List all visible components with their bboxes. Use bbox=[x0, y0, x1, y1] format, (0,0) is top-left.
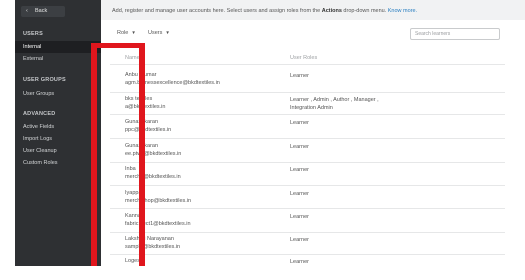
column-header-user-roles: User Roles bbox=[290, 55, 318, 61]
sidebar-section-user-groups: USER GROUPS bbox=[23, 77, 66, 83]
page-description: Add, register and manage user accounts h… bbox=[112, 8, 418, 14]
sidebar-item-import-logs[interactable]: Import Logs bbox=[15, 133, 101, 145]
users-filter-dropdown[interactable]: Users ▼ bbox=[148, 30, 170, 36]
user-roles: Learner bbox=[290, 259, 309, 265]
sidebar-section-advanced: ADVANCED bbox=[23, 111, 56, 117]
chevron-left-icon: ‹ bbox=[26, 8, 28, 14]
annotation-highlight-right bbox=[139, 43, 145, 266]
user-email: ee.ptwk@bkdtextiles.in bbox=[125, 151, 182, 157]
user-roles: Learner bbox=[290, 144, 309, 150]
user-email: ppc@bkdtextiles.in bbox=[125, 127, 172, 133]
know-more-link[interactable]: Know more. bbox=[388, 8, 417, 14]
role-filter-dropdown[interactable]: Role ▼ bbox=[117, 30, 136, 36]
user-email: sample@bkdtextiles.in bbox=[125, 244, 181, 250]
user-roles: Learner , Admin , Author , Manager , Int… bbox=[290, 97, 379, 111]
row-divider bbox=[110, 138, 505, 139]
user-email: fabric.sect1@bkdtextiles.in bbox=[125, 221, 191, 227]
row-divider bbox=[110, 162, 505, 163]
annotation-highlight-top bbox=[91, 43, 143, 48]
back-button[interactable]: ‹ Back bbox=[21, 6, 65, 17]
column-header-name[interactable]: Name bbox=[125, 55, 140, 61]
row-divider bbox=[110, 232, 505, 233]
page-description-bar: Add, register and manage user accounts h… bbox=[101, 0, 525, 20]
user-email: merch4@bkdtextiles.in bbox=[125, 174, 181, 180]
annotation-highlight-left bbox=[91, 43, 97, 266]
table-header-divider bbox=[110, 64, 505, 65]
user-email: merch.shop@bkdtextiles.in bbox=[125, 198, 192, 204]
back-button-label: Back bbox=[35, 8, 48, 14]
sidebar-item-user-cleanup[interactable]: User Cleanup bbox=[15, 145, 101, 157]
row-divider bbox=[110, 185, 505, 186]
user-name[interactable]: Lakshmi Narayanan bbox=[125, 236, 174, 242]
sidebar-item-user-groups[interactable]: User Groups bbox=[15, 88, 101, 100]
table-row[interactable]: Anbu ...umar agm.b...nessexcellence@bkdt… bbox=[110, 70, 505, 94]
sidebar-item-active-fields[interactable]: Active Fields bbox=[15, 121, 101, 133]
sidebar-item-internal[interactable]: Internal bbox=[15, 41, 101, 53]
row-divider bbox=[110, 114, 505, 115]
user-name[interactable]: Inba bbox=[125, 166, 136, 172]
table-row[interactable]: Logesh Learner bbox=[110, 256, 505, 280]
user-roles: Learner bbox=[290, 120, 309, 126]
user-email: a@bkdtextiles.in bbox=[125, 104, 166, 110]
row-divider bbox=[110, 92, 505, 93]
row-divider bbox=[110, 254, 505, 255]
user-roles: Learner bbox=[290, 167, 309, 173]
user-roles: Learner bbox=[290, 214, 309, 220]
chevron-down-icon: ▼ bbox=[131, 30, 136, 35]
user-roles: Learner bbox=[290, 191, 309, 197]
row-divider bbox=[110, 208, 505, 209]
user-roles: Learner bbox=[290, 73, 309, 79]
sidebar-item-custom-roles[interactable]: Custom Roles bbox=[15, 157, 101, 169]
sidebar: ‹ Back USERS Internal External USER GROU… bbox=[15, 0, 101, 266]
search-input[interactable] bbox=[410, 28, 500, 40]
user-roles: Learner bbox=[290, 237, 309, 243]
chevron-down-icon: ▼ bbox=[165, 30, 170, 35]
sidebar-item-external[interactable]: External bbox=[15, 53, 101, 65]
sidebar-section-users: USERS bbox=[23, 31, 43, 37]
